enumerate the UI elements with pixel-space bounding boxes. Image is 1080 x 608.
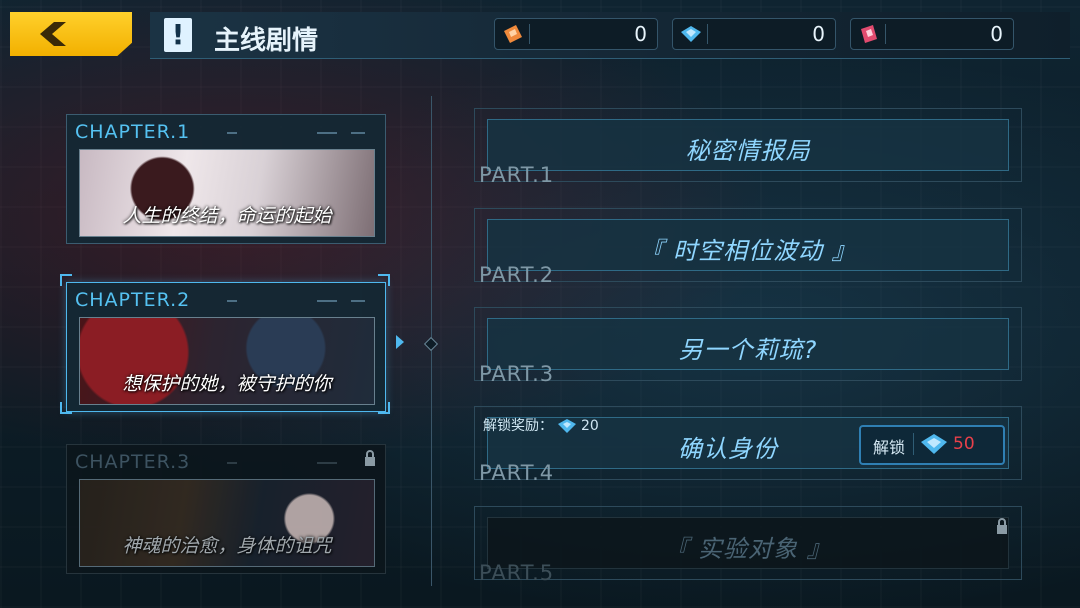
- currency-separator: [885, 24, 886, 44]
- chapter-label: CHAPTER.2: [75, 289, 191, 311]
- part-card-1[interactable]: 秘密情报局 PART.1: [474, 108, 1022, 187]
- orange-ticket-icon: [504, 25, 522, 43]
- chapter-subtitle: 神魂的治愈，身体的诅咒: [122, 535, 332, 557]
- part-card-3[interactable]: 另一个莉琉? PART.3: [474, 307, 1022, 386]
- selection-bracket: [378, 402, 390, 414]
- divider: [317, 132, 337, 134]
- lock-icon: [365, 450, 375, 466]
- chapter-label: CHAPTER.3: [75, 451, 191, 473]
- divider: [227, 300, 237, 302]
- chapter-thumbnail: 想保护的她，被守护的你: [79, 317, 375, 405]
- page-title: 主线剧情: [214, 26, 319, 56]
- back-button[interactable]: [10, 12, 132, 56]
- unlock-button[interactable]: 解锁 50: [859, 425, 1005, 465]
- part-title: 『 时空相位波动 』: [639, 237, 857, 265]
- unlock-label: 解锁: [873, 438, 906, 457]
- part-card-4[interactable]: 解锁奖励： 20 确认身份 PART.4 解锁 50: [474, 406, 1022, 485]
- divider: [227, 462, 237, 464]
- blue-crystal-icon: [681, 26, 701, 42]
- selection-bracket: [60, 402, 72, 414]
- divider: [351, 132, 365, 134]
- part-label: PART.1: [479, 163, 555, 187]
- currency-blue-crystal[interactable]: 0: [672, 18, 836, 50]
- divider: [317, 300, 337, 302]
- blue-crystal-icon: [921, 434, 947, 454]
- part-title: 秘密情报局: [685, 137, 811, 165]
- selected-arrow-icon: [396, 335, 404, 349]
- divider: [227, 132, 237, 134]
- chapter-card-3[interactable]: CHAPTER.3 神魂的治愈，身体的诅咒: [66, 444, 386, 574]
- chapter-card-1[interactable]: CHAPTER.1 人生的终结，命运的起始: [66, 114, 386, 244]
- header-bar: ! 主线剧情 0 0 0: [150, 12, 1070, 59]
- button-separator: [913, 433, 914, 455]
- part-label: PART.3: [479, 362, 555, 386]
- pink-ticket-icon: [861, 25, 877, 43]
- currency-value: 0: [990, 22, 1003, 46]
- part-label: PART.4: [479, 461, 555, 485]
- part-title: 另一个莉琉?: [678, 336, 818, 364]
- part-title: 『 实验对象 』: [664, 535, 832, 563]
- selection-bracket: [60, 274, 72, 286]
- chapter-label: CHAPTER.1: [75, 121, 191, 143]
- currency-separator: [707, 24, 708, 44]
- part-card-2[interactable]: 『 时空相位波动 』 PART.2: [474, 208, 1022, 287]
- currency-orange-ticket[interactable]: 0: [494, 18, 658, 50]
- currency-value: 0: [812, 22, 825, 46]
- currency-pink-ticket[interactable]: 0: [850, 18, 1014, 50]
- divider: [317, 462, 337, 464]
- exclamation-icon: !: [164, 18, 192, 52]
- chapter-thumbnail: 人生的终结，命运的起始: [79, 149, 375, 237]
- chapter-thumbnail: 神魂的治愈，身体的诅咒: [79, 479, 375, 567]
- selection-bracket: [378, 274, 390, 286]
- chapter-subtitle: 想保护的她，被守护的你: [122, 373, 332, 395]
- currency-separator: [529, 24, 530, 44]
- part-label: PART.5: [479, 561, 555, 585]
- chapter-subtitle: 人生的终结，命运的起始: [122, 205, 332, 227]
- chapter-card-2[interactable]: CHAPTER.2 想保护的她，被守护的你: [66, 282, 386, 412]
- part-label: PART.2: [479, 263, 555, 287]
- chevron-left-icon: [40, 22, 66, 46]
- unlock-cost: 50: [953, 434, 975, 454]
- currency-value: 0: [634, 22, 647, 46]
- divider: [351, 300, 365, 302]
- part-card-5[interactable]: 『 实验对象 』 PART.5: [474, 506, 1022, 585]
